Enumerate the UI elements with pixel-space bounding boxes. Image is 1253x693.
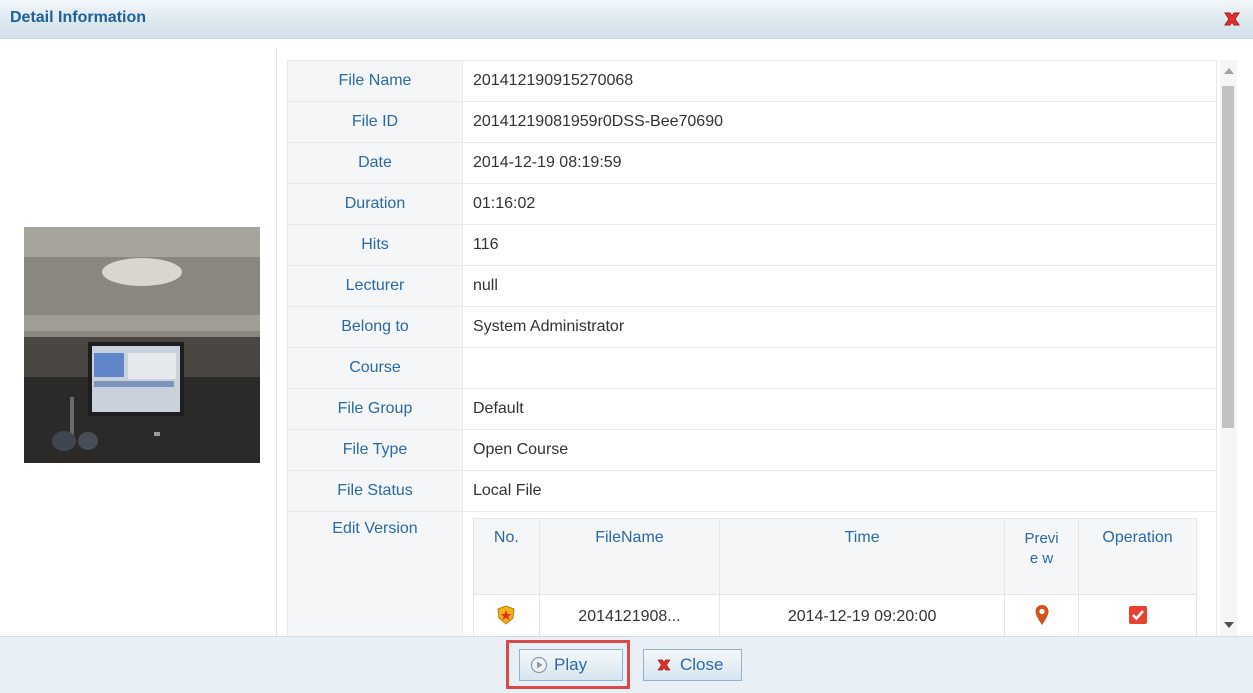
detail-label: Duration	[287, 183, 463, 225]
edit-version-table: No. FileName Time Previe w Operation 201…	[473, 518, 1197, 636]
badge-icon	[497, 604, 515, 625]
play-icon	[530, 656, 548, 674]
col-header-preview: Previe w	[1004, 518, 1080, 595]
detail-value: 2014-12-19 08:19:59	[462, 142, 1217, 184]
detail-label: Date	[287, 142, 463, 184]
close-x-icon[interactable]	[1221, 8, 1243, 30]
edit-version-row: Edit Version No. FileName Time Previe w …	[287, 511, 1217, 636]
detail-label: Edit Version	[287, 511, 463, 636]
video-thumbnail	[24, 227, 260, 463]
version-filename: 2014121908...	[538, 594, 721, 636]
detail-label: File Group	[287, 388, 463, 430]
col-header-preview-text: Previe w	[1024, 530, 1059, 567]
detail-row: File Type Open Course	[287, 429, 1217, 471]
scroll-up-arrow-icon[interactable]	[1224, 68, 1234, 74]
detail-value: 01:16:02	[462, 183, 1217, 225]
detail-label: Hits	[287, 224, 463, 266]
detail-row: Course	[287, 347, 1217, 389]
detail-value: 116	[462, 224, 1217, 266]
detail-row: File ID 20141219081959r0DSS-Bee70690	[287, 101, 1217, 143]
detail-row: Duration 01:16:02	[287, 183, 1217, 225]
detail-label: File Name	[287, 60, 463, 102]
version-time: 2014-12-19 09:20:00	[719, 594, 1006, 636]
detail-row: Date 2014-12-19 08:19:59	[287, 142, 1217, 184]
detail-value: System Administrator	[462, 306, 1217, 348]
col-header-no: No.	[473, 518, 540, 595]
table-row: 2014121908... 2014-12-19 09:20:00	[473, 594, 1197, 636]
detail-value: Default	[462, 388, 1217, 430]
detail-value: null	[462, 265, 1217, 307]
dialog-title: Detail Information	[10, 9, 147, 26]
detail-row: File Status Local File	[287, 470, 1217, 512]
scroll-down-arrow-icon[interactable]	[1224, 622, 1234, 628]
play-button-label: Play	[554, 655, 588, 674]
detail-value	[462, 347, 1217, 389]
col-header-filename: FileName	[538, 518, 721, 595]
detail-label: File ID	[287, 101, 463, 143]
detail-row: File Group Default	[287, 388, 1217, 430]
vertical-scrollbar[interactable]	[1220, 60, 1237, 636]
play-button[interactable]: Play	[519, 649, 623, 681]
detail-label: Lecturer	[287, 265, 463, 307]
detail-value: Local File	[462, 470, 1217, 512]
detail-label: Course	[287, 347, 463, 389]
location-pin-icon[interactable]	[1034, 604, 1050, 626]
detail-row: File Name 201412190915270068	[287, 60, 1217, 102]
detail-label: File Status	[287, 470, 463, 512]
detail-row: Lecturer null	[287, 265, 1217, 307]
details-panel: File Name 201412190915270068 File ID 201412…	[276, 48, 1239, 636]
detail-label: File Type	[287, 429, 463, 471]
detail-value: Open Course	[462, 429, 1217, 471]
detail-value: 201412190915270068	[462, 60, 1217, 102]
detail-row: Belong to System Administrator	[287, 306, 1217, 348]
scrollbar-thumb[interactable]	[1222, 86, 1234, 428]
dialog-titlebar: Detail Information	[0, 0, 1253, 39]
detail-value: 20141219081959r0DSS-Bee70690	[462, 101, 1217, 143]
detail-row: Hits 116	[287, 224, 1217, 266]
col-header-time: Time	[719, 518, 1006, 595]
dialog-footer: Play Close	[0, 636, 1253, 693]
close-button-label: Close	[680, 655, 724, 674]
details-table: File Name 201412190915270068 File ID 201412…	[287, 60, 1217, 636]
checkbox-checked-icon[interactable]	[1128, 605, 1148, 625]
detail-dialog: Detail Information File Name 201412190915…	[0, 0, 1253, 693]
close-icon	[657, 659, 671, 671]
detail-label: Belong to	[287, 306, 463, 348]
col-header-operation: Operation	[1078, 518, 1197, 595]
close-button[interactable]: Close	[643, 649, 742, 681]
